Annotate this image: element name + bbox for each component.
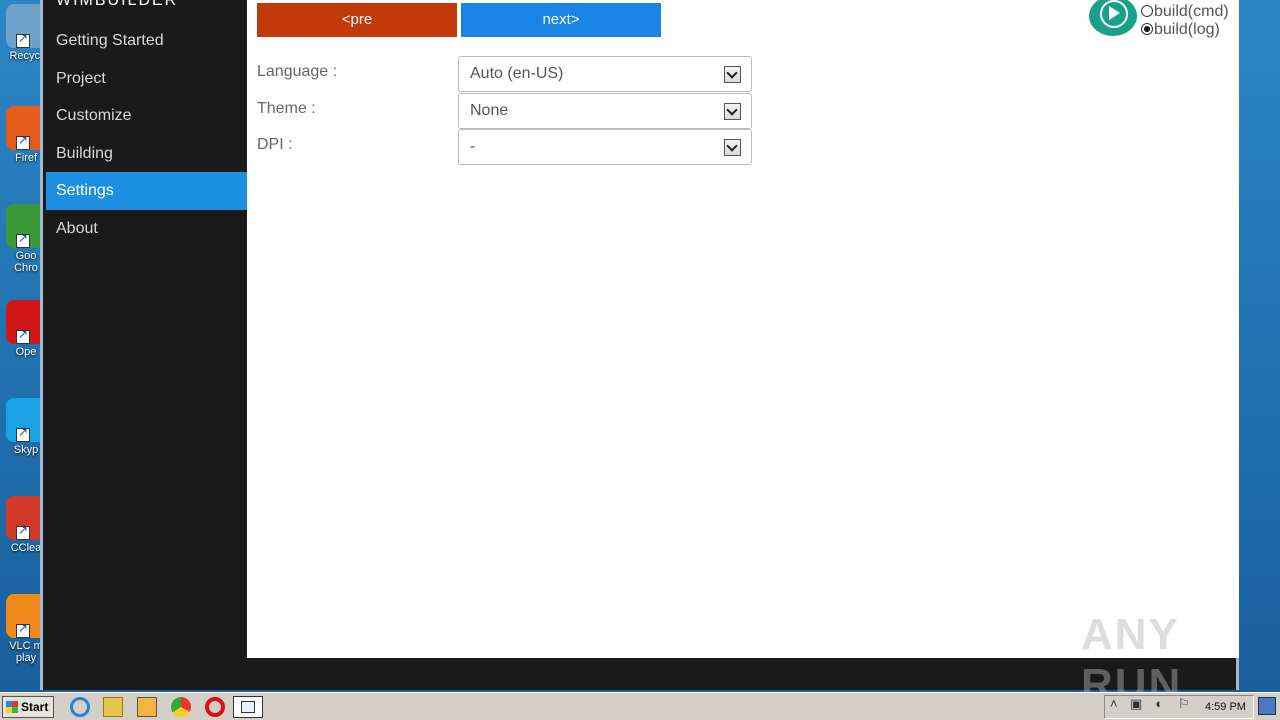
build-log-label: build(log) bbox=[1154, 21, 1220, 38]
nav-item-getting-started[interactable]: Getting Started bbox=[46, 22, 247, 60]
dpi-value: - bbox=[470, 138, 476, 155]
internet-explorer-icon[interactable] bbox=[70, 697, 90, 717]
start-button[interactable]: Start bbox=[2, 696, 54, 718]
chrome-icon[interactable] bbox=[171, 697, 191, 717]
nav-item-building[interactable]: Building bbox=[46, 135, 247, 173]
theme-label: Theme : bbox=[257, 100, 316, 117]
shortcut-arrow-icon bbox=[16, 232, 30, 248]
sidebar: WIMBUILDER Getting Started Project Custo… bbox=[46, 0, 247, 660]
windows-logo-icon bbox=[6, 701, 18, 713]
nav-item-settings[interactable]: Settings bbox=[46, 172, 247, 210]
wimbuilder-window: WIMBUILDER Getting Started Project Custo… bbox=[40, 0, 1239, 709]
shortcut-arrow-icon bbox=[16, 622, 30, 638]
dpi-label: DPI : bbox=[257, 136, 293, 153]
network-icon[interactable]: ▣ bbox=[1130, 696, 1142, 712]
shortcut-arrow-icon bbox=[16, 134, 30, 150]
show-desktop-icon[interactable] bbox=[1258, 697, 1276, 715]
nav-item-about[interactable]: About bbox=[46, 210, 247, 248]
shortcut-arrow-icon bbox=[16, 426, 30, 442]
build-log-radio[interactable]: build(log) bbox=[1141, 21, 1220, 39]
radio-unchecked-icon bbox=[1141, 5, 1153, 17]
wimbuilder-taskbar-icon[interactable] bbox=[233, 696, 263, 718]
language-select[interactable]: Auto (en-US) bbox=[458, 56, 752, 92]
build-cmd-label: build(cmd) bbox=[1154, 3, 1229, 20]
theme-select[interactable]: None bbox=[458, 93, 752, 129]
media-player-icon[interactable] bbox=[137, 697, 157, 717]
chevron-down-icon bbox=[724, 103, 741, 120]
run-build-icon[interactable] bbox=[1089, 0, 1137, 36]
build-cmd-radio[interactable]: build(cmd) bbox=[1141, 3, 1229, 21]
chevron-down-icon bbox=[724, 66, 741, 83]
start-label: Start bbox=[21, 700, 49, 714]
show-hidden-icons-icon[interactable]: ˄ bbox=[1110, 696, 1118, 711]
sidebar-nav: Getting Started Project Customize Buildi… bbox=[46, 22, 247, 248]
language-value: Auto (en-US) bbox=[470, 65, 564, 82]
next-button[interactable]: next> bbox=[461, 3, 661, 37]
dpi-select[interactable]: - bbox=[458, 129, 752, 165]
clock[interactable]: 4:59 PM bbox=[1205, 701, 1246, 713]
shortcut-arrow-icon bbox=[16, 328, 30, 344]
settings-panel: <pre next> build(cmd) build(log) Languag… bbox=[247, 0, 1239, 658]
file-explorer-icon[interactable] bbox=[103, 697, 123, 717]
shortcut-arrow-icon bbox=[16, 32, 30, 48]
app-brand: WIMBUILDER bbox=[56, 0, 179, 9]
theme-value: None bbox=[470, 102, 509, 119]
language-label: Language : bbox=[257, 63, 338, 80]
taskbar: Start ˄ ▣ ◖ ⚐ 4:59 PM bbox=[0, 692, 1280, 720]
shortcut-arrow-icon bbox=[16, 524, 30, 540]
radio-checked-icon bbox=[1141, 23, 1153, 35]
chevron-down-icon bbox=[724, 139, 741, 156]
opera-icon[interactable] bbox=[205, 697, 225, 717]
previous-button[interactable]: <pre bbox=[257, 3, 457, 37]
action-center-flag-icon[interactable]: ⚐ bbox=[1178, 696, 1190, 712]
nav-item-project[interactable]: Project bbox=[46, 60, 247, 98]
volume-icon[interactable]: ◖ bbox=[1154, 696, 1162, 711]
nav-item-customize[interactable]: Customize bbox=[46, 97, 247, 135]
